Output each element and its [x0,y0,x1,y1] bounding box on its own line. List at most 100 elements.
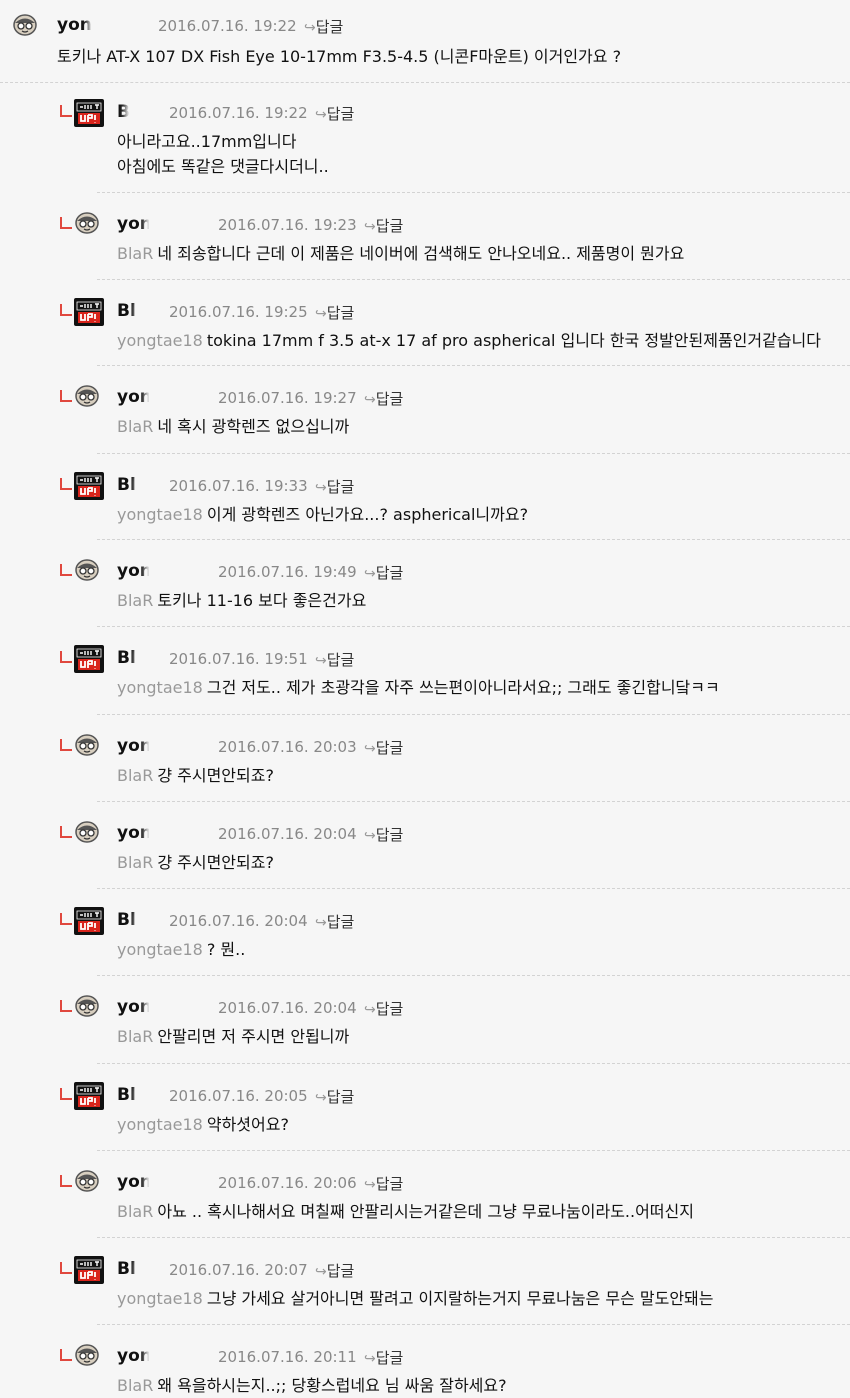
reply-button[interactable]: ↪답글 [315,302,354,323]
reply-button[interactable]: ↪답글 [364,1173,403,1194]
reply-button[interactable]: ↪답글 [315,1086,354,1107]
reply-author[interactable]: yon [117,387,152,407]
reply-author[interactable]: Bl [117,910,136,930]
author-redaction [149,736,207,758]
reply-arrow-icon: ↪ [364,1351,376,1367]
reply-text-line: BlaR 네 혹시 광학렌즈 없으십니까 [117,417,350,436]
reply-author[interactable]: yon [117,823,152,843]
author-redaction [149,214,207,236]
reply-author[interactable]: yon [117,1172,152,1192]
author-redaction [149,387,207,409]
mention-tag[interactable]: yongtae18 [117,678,203,697]
reply-button[interactable]: ↪답글 [364,388,403,409]
reply-author[interactable]: Bl [117,1085,136,1105]
divider [97,365,850,366]
reply-button[interactable]: ↪답글 [315,649,354,670]
avatar-yong-icon [75,1170,99,1192]
reply-arrow-icon: ↪ [315,653,327,669]
reply-author[interactable]: Bl [117,475,136,495]
reply-text-line: 아침에도 똑같은 댓글다시더니.. [117,157,329,176]
reply-text: BlaR 토키나 11-16 보다 좋은건가요 [117,588,366,613]
mention-tag[interactable]: yongtae18 [117,505,203,524]
reply-author[interactable]: Bl [117,301,136,321]
reply-indent-icon [60,1000,72,1012]
reply-author[interactable]: Bl [117,1259,136,1279]
reply-author[interactable]: yon [117,997,152,1017]
mention-tag[interactable]: BlaR [117,1376,153,1395]
reply-indent-icon [60,1088,72,1100]
mention-tag[interactable]: BlaR [117,1202,153,1221]
mention-tag[interactable]: BlaR [117,766,153,785]
divider [97,539,850,540]
divider [97,192,850,193]
reply-button[interactable]: ↪답글 [364,215,403,236]
reply-date: 2016.07.16. 20:04 [218,999,357,1017]
reply-arrow-icon: ↪ [364,1002,376,1018]
reply-text-line: yongtae18 그냥 가세요 살거아니면 팔려고 이지랄하는거지 무료나눔은 … [117,1289,714,1308]
mention-tag[interactable]: BlaR [117,244,153,263]
reply-arrow-icon: ↪ [364,828,376,844]
reply-label: 답글 [375,826,404,844]
reply-arrow-icon: ↪ [364,1177,376,1193]
reply-author[interactable]: yon [117,561,152,581]
reply-label: 답글 [375,1175,404,1193]
reply-label: 답글 [375,739,404,757]
reply-date: 2016.07.16. 20:11 [218,1348,357,1366]
author-redaction [92,15,142,37]
avatar-shut-up-icon [74,1082,104,1110]
reply-button[interactable]: ↪답글 [315,103,354,124]
avatar-shut-up-icon [74,1256,104,1284]
mention-tag[interactable]: BlaR [117,591,153,610]
avatar-shut-up-icon [74,907,104,935]
reply-button[interactable]: ↪답글 [364,824,403,845]
mention-tag[interactable]: BlaR [117,1027,153,1046]
mention-tag[interactable]: yongtae18 [117,1289,203,1308]
comment-text: 토키나 AT-X 107 DX Fish Eye 10-17mm F3.5-4.… [57,47,622,66]
reply-text-line: BlaR 걍 주시면안되죠? [117,853,274,872]
reply-text-line: BlaR 네 죄송합니다 근데 이 제품은 네이버에 검색해도 안나오네요.. 제… [117,244,685,263]
reply-author[interactable]: Bl [117,648,136,668]
avatar-yong-icon [75,821,99,843]
reply-button[interactable]: ↪답글 [315,1260,354,1281]
reply-date: 2016.07.16. 19:49 [218,563,357,581]
author-redaction [149,1172,207,1194]
reply-date: 2016.07.16. 19:51 [169,650,308,668]
reply-button[interactable]: ↪답글 [364,562,403,583]
mention-tag[interactable]: yongtae18 [117,1115,203,1134]
reply-button[interactable]: ↪답글 [364,998,403,1019]
reply-date: 2016.07.16. 19:22 [169,104,308,122]
reply-text: yongtae18 이게 광학렌즈 아닌가요...? aspherical니까요? [117,502,528,527]
reply-date: 2016.07.16. 20:03 [218,738,357,756]
reply-label: 답글 [375,1000,404,1018]
reply-button[interactable]: ↪답글 [364,737,403,758]
mention-tag[interactable]: yongtae18 [117,940,203,959]
reply-author[interactable]: yon [117,736,152,756]
reply-button[interactable]: ↪답글 [315,911,354,932]
reply-button[interactable]: ↪답글 [304,16,343,37]
reply-text-line: yongtae18 tokina 17mm f 3.5 at-x 17 af pr… [117,331,821,350]
reply-arrow-icon: ↪ [364,392,376,408]
author-redaction [139,1259,169,1281]
reply-button[interactable]: ↪답글 [315,476,354,497]
avatar-yong-icon [75,1344,99,1366]
reply-date: 2016.07.16. 19:25 [169,303,308,321]
reply-date: 2016.07.16. 20:07 [169,1261,308,1279]
reply-indent-icon [60,1175,72,1187]
reply-button[interactable]: ↪답글 [364,1347,403,1368]
mention-tag[interactable]: BlaR [117,417,153,436]
reply-arrow-icon: ↪ [364,566,376,582]
author-redaction [139,910,169,932]
mention-tag[interactable]: BlaR [117,853,153,872]
reply-indent-icon [60,564,72,576]
avatar-yong-icon [75,212,99,234]
comment-author[interactable]: yon [57,15,92,35]
reply-author[interactable]: yon [117,214,152,234]
reply-date: 2016.07.16. 20:04 [218,825,357,843]
mention-tag[interactable]: yongtae18 [117,331,203,350]
divider [97,1150,850,1151]
avatar-shut-up-icon [74,298,104,326]
reply-indent-icon [60,478,72,490]
author-redaction [139,1085,169,1107]
reply-author[interactable]: yon [117,1346,152,1366]
author-redaction [129,102,169,124]
